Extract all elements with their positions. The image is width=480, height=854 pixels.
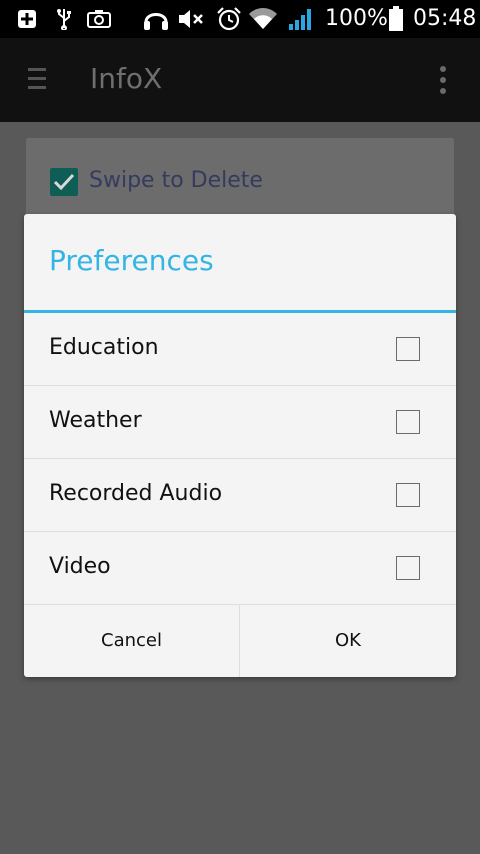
- list-item-label: Education: [49, 335, 159, 360]
- dialog-title: Preferences: [49, 244, 214, 277]
- video-checkbox[interactable]: [396, 556, 420, 580]
- preferences-dialog: Preferences Education Weather Recorded A…: [24, 214, 456, 677]
- list-item-label: Video: [49, 554, 111, 579]
- list-item-label: Weather: [49, 408, 142, 433]
- list-item-label: Recorded Audio: [49, 481, 223, 506]
- wifi-icon: [248, 7, 278, 31]
- list-item-video[interactable]: Video: [24, 532, 456, 605]
- plus-icon: [16, 7, 38, 31]
- battery-icon: [386, 6, 406, 31]
- mute-icon: [178, 7, 204, 31]
- check-icon: [53, 173, 75, 191]
- app-title: InfoX: [90, 62, 163, 95]
- overflow-menu-icon[interactable]: [440, 66, 446, 94]
- menu-icon[interactable]: [28, 68, 46, 92]
- alarm-icon: [216, 7, 242, 31]
- usb-icon: [54, 7, 74, 31]
- swipe-to-delete-label: Swipe to Delete: [89, 168, 263, 193]
- headphones-icon: [142, 7, 170, 31]
- signal-icon: [288, 7, 314, 31]
- education-checkbox[interactable]: [396, 337, 420, 361]
- dialog-button-bar: Cancel OK: [24, 604, 456, 677]
- weather-checkbox[interactable]: [396, 410, 420, 434]
- cancel-button[interactable]: Cancel: [24, 604, 239, 677]
- screenshot-icon: [86, 7, 112, 31]
- list-item-recorded-audio[interactable]: Recorded Audio: [24, 459, 456, 532]
- clock: 05:48: [413, 6, 477, 31]
- swipe-to-delete-checkbox[interactable]: [50, 168, 78, 196]
- ok-button[interactable]: OK: [240, 604, 456, 677]
- list-item-weather[interactable]: Weather: [24, 386, 456, 459]
- recorded-audio-checkbox[interactable]: [396, 483, 420, 507]
- battery-percent: 100%: [325, 6, 388, 31]
- list-item-education[interactable]: Education: [24, 313, 456, 386]
- app-bar: InfoX: [0, 38, 480, 122]
- status-bar: 100% 05:48: [0, 0, 480, 38]
